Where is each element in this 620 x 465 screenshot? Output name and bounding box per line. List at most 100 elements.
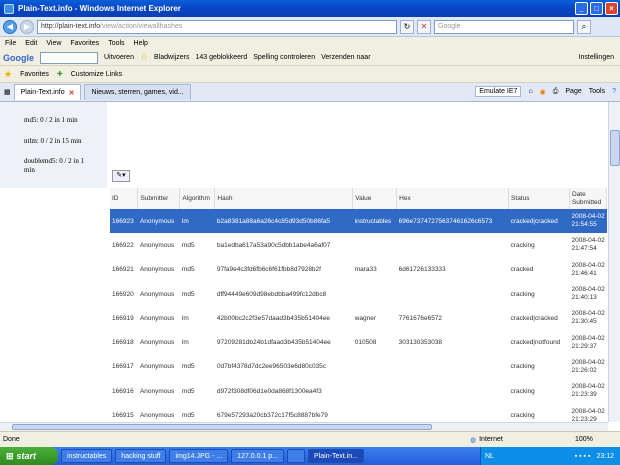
forward-button[interactable]: ▶ bbox=[20, 19, 34, 34]
col-status[interactable]: Status bbox=[508, 188, 570, 209]
task-hacking-stuff[interactable]: hacking stuff bbox=[115, 449, 167, 463]
task-plain-text[interactable]: Plain-Text.in... bbox=[308, 449, 365, 463]
google-settings-button[interactable]: Instellingen bbox=[579, 54, 614, 61]
table-row[interactable]: 166921 Anonymous md5 97fa9e4c3fd6fb6c6f61fb… bbox=[110, 258, 607, 282]
menu-edit[interactable]: Edit bbox=[25, 40, 37, 47]
task-instructables[interactable]: instructables bbox=[61, 449, 113, 463]
refresh-button[interactable]: ↻ bbox=[400, 19, 414, 34]
window-title-bar: Plain-Text.info - Windows Internet Explo… bbox=[0, 0, 620, 17]
home-icon[interactable]: ⌂ bbox=[528, 88, 532, 95]
back-button[interactable]: ◀ bbox=[3, 19, 17, 34]
table-row[interactable]: 166922 Anonymous md5 ba1edba617a53a90c5dbb1… bbox=[110, 233, 607, 257]
close-window-button[interactable]: × bbox=[605, 2, 618, 15]
cell-status: cracking bbox=[510, 241, 535, 249]
cell-id: 166916 bbox=[112, 387, 134, 395]
google-send-to-button[interactable]: Verzenden naar bbox=[321, 54, 370, 61]
table-row[interactable]: 166916 Anonymous md5 d972f308df06d1e0da868f… bbox=[110, 379, 607, 403]
tools-menu[interactable]: Tools bbox=[589, 88, 605, 95]
cell-algorithm: md5 bbox=[181, 412, 195, 420]
col-date[interactable]: Date Submitted bbox=[569, 188, 608, 209]
table-row[interactable]: 166917 Anonymous md5 0d7bf4378d7dc2ee96503e… bbox=[110, 355, 607, 379]
cell-algorithm: md5 bbox=[181, 290, 195, 298]
window-controls: _ □ × bbox=[575, 2, 618, 15]
minimize-button[interactable]: _ bbox=[575, 2, 588, 15]
cell-date: 2008-04-02 21:46:41 bbox=[571, 261, 605, 277]
cell-submitter: Anonymous bbox=[139, 387, 175, 395]
tab-nieuws[interactable]: Nieuws, sterren, games, vid... bbox=[84, 84, 191, 100]
col-hex[interactable]: Hex bbox=[396, 188, 510, 209]
cell-algorithm: lm bbox=[179, 209, 215, 234]
google-bladwijzers-button[interactable]: Bladwijzers bbox=[154, 54, 189, 61]
col-algorithm[interactable]: Algorithm bbox=[179, 188, 216, 209]
cell-status: cracking bbox=[510, 363, 535, 371]
stat-md5: md5: 0 / 2 in 1 min bbox=[24, 116, 78, 124]
google-popup-blocked[interactable]: 143 geblokkeerd bbox=[195, 54, 247, 61]
cell-submitter: Anonymous bbox=[137, 209, 180, 234]
maximize-button[interactable]: □ bbox=[590, 2, 603, 15]
globe-icon: ◍ bbox=[470, 436, 477, 444]
cell-value bbox=[353, 403, 397, 422]
emulate-ie7-button[interactable]: Emulate IE7 bbox=[475, 86, 522, 97]
task-img14[interactable]: img14.JPG - ... bbox=[169, 449, 229, 463]
address-input[interactable]: http://plain-text.info/view/action/viewa… bbox=[37, 19, 397, 34]
cell-date: 2008-04-02 21:26:02 bbox=[571, 358, 605, 374]
cell-submitter: Anonymous bbox=[139, 412, 175, 420]
start-button[interactable]: ⊞ start bbox=[0, 447, 58, 465]
stats-sidebar: md5: 0 / 2 in 1 min ntlm: 0 / 2 in 15 mi… bbox=[0, 102, 107, 188]
print-icon[interactable]: ⎙ bbox=[553, 88, 559, 96]
menu-favorites[interactable]: Favorites bbox=[70, 40, 99, 47]
cell-submitter: Anonymous bbox=[139, 290, 175, 298]
zoom-level[interactable]: 100% bbox=[575, 436, 593, 443]
menu-view[interactable]: View bbox=[46, 40, 61, 47]
task-unnamed[interactable] bbox=[287, 449, 306, 463]
cell-status: cracked|cracked bbox=[508, 209, 570, 234]
table-row[interactable]: 166923 Anonymous lm b2a8381a88a6a26c4c85d93… bbox=[110, 209, 607, 234]
google-spelling-button[interactable]: Spelling controleren bbox=[253, 54, 315, 61]
cell-value bbox=[353, 379, 397, 403]
horizontal-scrollbar[interactable] bbox=[0, 422, 608, 431]
table-row[interactable]: 166919 Anonymous lm 42b00bc2c2f3e57daad3b43… bbox=[110, 306, 607, 330]
col-value[interactable]: Value bbox=[352, 188, 398, 209]
cell-value: 010508 bbox=[354, 339, 377, 347]
google-search-input[interactable] bbox=[40, 51, 98, 64]
table-row[interactable]: 166920 Anonymous md5 dff94449e609d98ebdbba4… bbox=[110, 282, 607, 306]
page-menu[interactable]: Page bbox=[565, 88, 581, 95]
task-localhost[interactable]: 127.0.0.1 p... bbox=[231, 449, 285, 463]
security-zone: ◍ Internet bbox=[470, 436, 503, 444]
url-host: http://plain-text.info bbox=[41, 23, 101, 30]
cell-id: 166917 bbox=[112, 363, 134, 371]
cell-submitter: Anonymous bbox=[139, 363, 175, 371]
menu-file[interactable]: File bbox=[5, 40, 16, 47]
table-row[interactable]: 166918 Anonymous lm 97209281db24b1dfaad3b43… bbox=[110, 330, 607, 354]
stop-button[interactable]: ✕ bbox=[417, 19, 431, 34]
google-uitvoeren-button[interactable]: Uitvoeren bbox=[104, 54, 134, 61]
add-favorite-icon[interactable]: ✚ bbox=[57, 70, 63, 78]
horizontal-scroll-thumb[interactable] bbox=[12, 424, 432, 430]
customize-links[interactable]: Customize Links bbox=[71, 71, 122, 78]
search-icon[interactable]: ⌕ bbox=[577, 19, 591, 34]
window-title: Plain-Text.info - Windows Internet Explo… bbox=[18, 4, 181, 13]
close-tab-icon[interactable]: ✕ bbox=[69, 89, 75, 97]
actions-dropdown-button[interactable]: ✎▾ bbox=[112, 170, 130, 182]
cell-value bbox=[353, 282, 397, 306]
menu-tools[interactable]: Tools bbox=[108, 40, 124, 47]
favorites-button[interactable]: Favorites bbox=[20, 71, 49, 78]
tab-list-icon[interactable]: ▦ bbox=[4, 88, 11, 96]
tab-plain-text[interactable]: Plain-Text.info ✕ bbox=[13, 84, 82, 100]
col-id[interactable]: ID bbox=[110, 188, 139, 209]
language-indicator[interactable]: NL bbox=[485, 453, 494, 460]
cell-status: cracking bbox=[510, 290, 535, 298]
system-tray: NL ▪ ▪ ▪ ▪ 23:12 bbox=[480, 447, 620, 465]
cell-date: 2008-04-02 21:23:29 bbox=[571, 407, 605, 422]
menu-help[interactable]: Help bbox=[134, 40, 148, 47]
table-row[interactable]: 166915 Anonymous md5 679e57293a20cb372c17f5… bbox=[110, 403, 607, 422]
cell-hex bbox=[397, 233, 509, 257]
search-input[interactable]: Google bbox=[434, 19, 574, 34]
windows-taskbar: ⊞ start instructables hacking stuff img1… bbox=[0, 447, 620, 465]
vertical-scroll-thumb[interactable] bbox=[610, 130, 620, 166]
col-submitter[interactable]: Submitter bbox=[137, 188, 181, 209]
help-icon[interactable]: ? bbox=[612, 88, 616, 95]
vertical-scrollbar[interactable] bbox=[608, 102, 620, 422]
col-hash[interactable]: Hash bbox=[214, 188, 354, 209]
feeds-icon[interactable]: ◉ bbox=[540, 88, 546, 96]
